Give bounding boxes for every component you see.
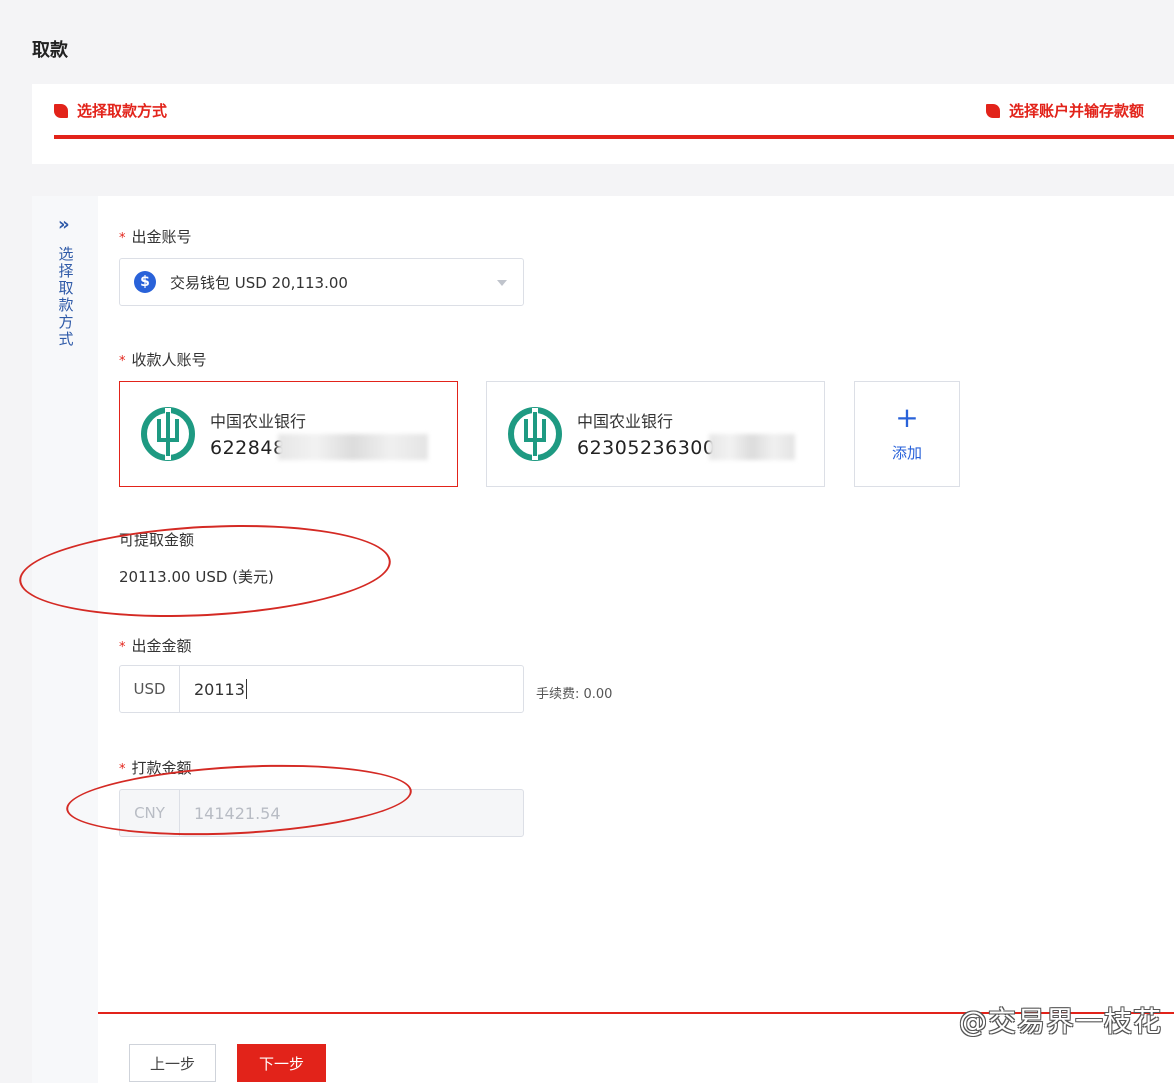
double-chevron-right-icon[interactable]: » [58,214,70,235]
bank-name: 中国农业银行 [210,412,307,431]
steps-bar: 选择取款方式 选择账户并输存款额 [32,84,1174,164]
bank-name: 中国农业银行 [577,412,674,431]
withdraw-amount-label: * 出金金额 [119,637,192,655]
required-mark: * [119,640,126,655]
main-form: * 出金账号 $ 交易钱包 USD 20,113.00 * 收款人账号 中国农业银行… [98,196,1174,1083]
dollar-icon: $ [134,271,156,293]
flag-icon [985,103,1000,118]
amount-field[interactable]: 20113 [180,666,523,712]
abc-bank-logo-icon [508,407,562,461]
required-mark: * [119,354,126,369]
bank-card-number: 622848 [210,437,286,459]
select-value: 交易钱包 USD 20,113.00 [170,273,348,292]
side-label: 选 择 取 款 方 式 [58,245,74,348]
bank-card-1[interactable]: 中国农业银行 622848 [119,381,458,487]
next-step-button[interactable]: 下一步 [237,1044,326,1082]
prev-step-button[interactable]: 上一步 [129,1044,216,1082]
step-label: 选择账户并输存款额 [1008,102,1144,120]
required-mark: * [119,762,126,777]
progress-line [54,135,1174,139]
step-label: 选择取款方式 [77,102,168,120]
step-select-account-amount[interactable]: 选择账户并输存款额 [985,100,1144,121]
plus-icon: + [895,401,919,434]
currency-prefix: USD [120,666,180,712]
text-cursor [245,679,247,699]
redaction-blur [709,434,795,460]
add-label: 添加 [891,444,922,462]
watermark: @交易界一枝花 [958,1005,1162,1038]
fee-text: 手续费: 0.00 [536,687,613,702]
bank-card-number: 623052363000 [577,437,729,459]
add-account-button[interactable]: + 添加 [854,381,960,487]
required-mark: * [119,231,126,246]
bank-card-2[interactable]: 中国农业银行 623052363000 [486,381,825,487]
abc-bank-logo-icon [141,407,195,461]
step-select-method[interactable]: 选择取款方式 [54,100,167,121]
redaction-blur [278,434,428,460]
withdraw-account-select[interactable]: $ 交易钱包 USD 20,113.00 [119,258,524,306]
page-title: 取款 [32,40,68,61]
side-collapse-panel[interactable]: » 选 择 取 款 方 式 [32,196,98,1083]
withdraw-account-label: * 出金账号 [119,228,192,246]
flag-icon [54,103,68,118]
caret-down-icon [497,280,507,286]
withdraw-amount-input[interactable]: USD 20113 [119,665,524,713]
payee-account-label: * 收款人账号 [119,351,207,369]
